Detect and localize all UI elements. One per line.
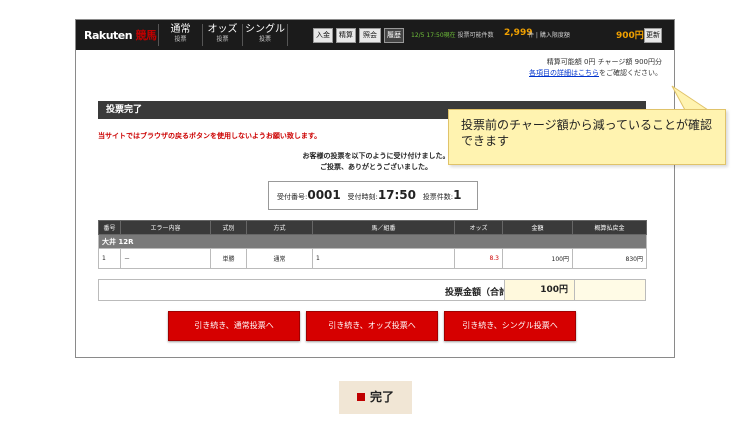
red-square-icon [356,392,365,401]
callout-pointer [671,85,710,111]
done-text: 完了 [369,390,394,404]
done-step-label: 完了 [339,381,412,414]
annotation-callout: 投票前のチャージ額から減っていることが確認できます [448,109,726,165]
